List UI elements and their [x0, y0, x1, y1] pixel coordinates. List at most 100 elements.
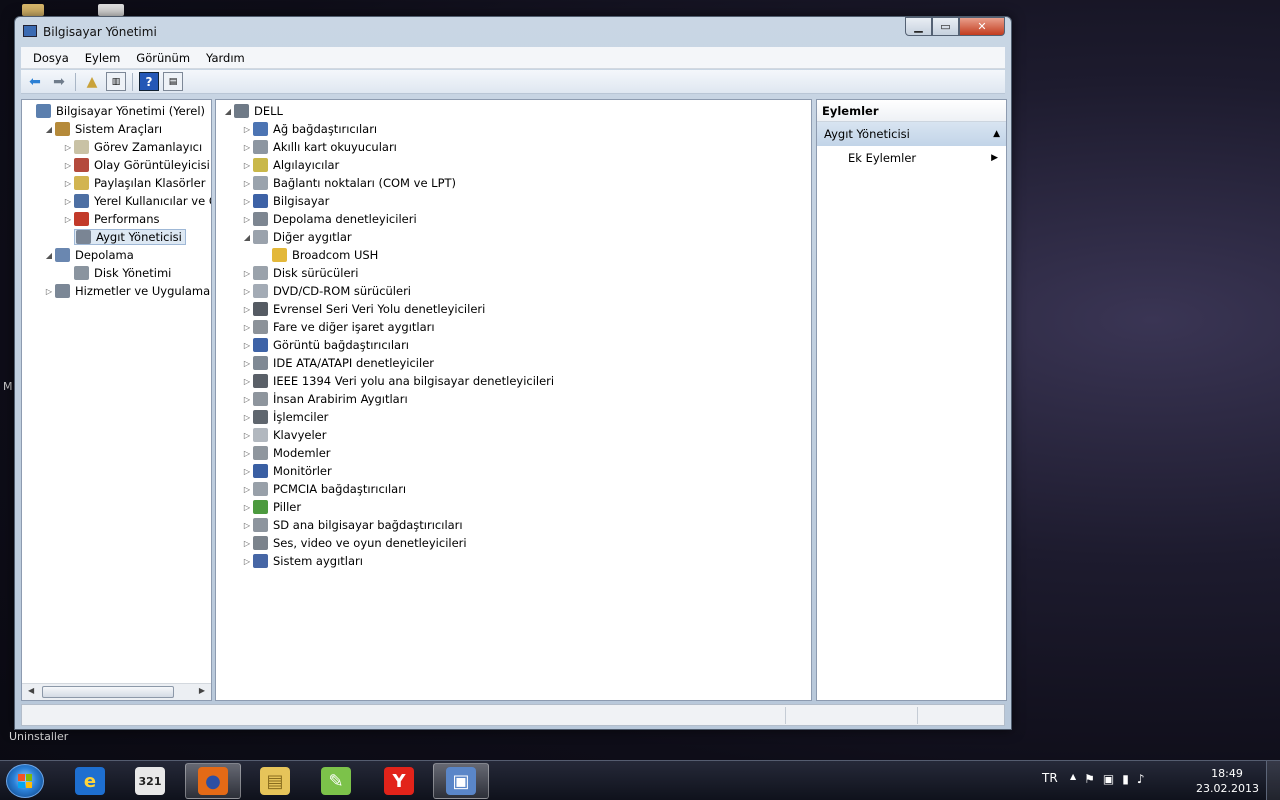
menu-view[interactable]: Görünüm [128, 51, 198, 65]
actions-item-more-actions[interactable]: Ek Eylemler ▶ [817, 146, 1006, 170]
collapse-up-icon[interactable]: ▲ [993, 129, 1000, 139]
expand-arrow-icon[interactable]: ▷ [62, 161, 74, 170]
device-tree-item[interactable]: ▷ Ses, video ve oyun denetleyicileri [241, 534, 467, 552]
minimize-button[interactable]: ▁ [905, 17, 932, 36]
device-tree-item[interactable]: ▷ Fare ve diğer işaret aygıtları [241, 318, 435, 336]
tree-item[interactable]: ▷ Yerel Kullanıcılar ve Gru [62, 192, 211, 210]
scroll-right-icon[interactable]: ▶ [199, 686, 205, 695]
device-tree-item[interactable]: ▷ İşlemciler [241, 408, 328, 426]
taskbar-app-button[interactable]: ▤ [247, 763, 303, 799]
tree-item-content[interactable]: Bilgisayar Yönetimi (Yerel) [36, 104, 205, 118]
start-button[interactable] [6, 764, 44, 798]
tree-item-content[interactable]: Sistem Araçları [55, 122, 162, 136]
expand-arrow-icon[interactable]: ▷ [241, 143, 253, 152]
taskbar-app-button[interactable]: Y [371, 763, 427, 799]
expand-arrow-icon[interactable]: ▷ [62, 197, 74, 206]
maximize-button[interactable]: ▭ [932, 17, 959, 36]
tree-item-content[interactable]: Görev Zamanlayıcı [74, 140, 202, 154]
network-signal-icon[interactable]: ▮ [1122, 772, 1129, 786]
selected-tree-item[interactable]: Aygıt Yöneticisi [74, 229, 186, 245]
expand-arrow-icon[interactable]: ▷ [241, 377, 253, 386]
expand-arrow-icon[interactable]: ▷ [241, 431, 253, 440]
show-hide-action-pane-icon[interactable]: ▤ [163, 72, 183, 91]
language-indicator[interactable]: TR [1042, 771, 1058, 785]
expand-arrow-icon[interactable]: ▷ [241, 197, 253, 206]
expand-arrow-icon[interactable]: ▷ [241, 125, 253, 134]
help-icon[interactable]: ? [139, 72, 159, 91]
tree-item[interactable]: ▷ Görev Zamanlayıcı [62, 138, 202, 156]
tree-item[interactable]: ▷ Hizmetler ve Uygulamalar [43, 282, 211, 300]
expand-arrow-icon[interactable]: ◢ [222, 107, 234, 116]
expand-arrow-icon[interactable]: ▷ [62, 215, 74, 224]
tree-item[interactable]: ◢ Depolama [43, 246, 134, 264]
menu-action[interactable]: Eylem [77, 51, 129, 65]
volume-icon[interactable]: ♪ [1137, 772, 1145, 786]
device-tree-item[interactable]: ▷ Klavyeler [241, 426, 326, 444]
taskbar-app-button[interactable]: 321 [122, 763, 178, 799]
tree-item-content[interactable]: Disk Yönetimi [74, 266, 171, 280]
expand-arrow-icon[interactable]: ◢ [43, 251, 55, 260]
close-button[interactable]: ✕ [959, 17, 1005, 36]
expand-arrow-icon[interactable]: ▷ [241, 395, 253, 404]
actions-section-device-manager[interactable]: Aygıt Yöneticisi ▲ [817, 122, 1006, 146]
device-tree-item[interactable]: ▷ Disk sürücüleri [241, 264, 358, 282]
device-tree-item[interactable]: ▷ SD ana bilgisayar bağdaştırıcıları [241, 516, 463, 534]
power-plug-icon[interactable]: ▣ [1103, 772, 1114, 786]
expand-arrow-icon[interactable]: ▷ [241, 287, 253, 296]
device-tree-item[interactable]: ▷ PCMCIA bağdaştırıcıları [241, 480, 406, 498]
device-tree-item[interactable]: ▷ Akıllı kart okuyucuları [241, 138, 397, 156]
back-arrow-icon[interactable]: ⬅ [25, 72, 45, 91]
expand-arrow-icon[interactable]: ▷ [241, 503, 253, 512]
show-hide-tree-icon[interactable]: ▥ [106, 72, 126, 91]
tree-item[interactable]: ▷ Olay Görüntüleyicisi [62, 156, 210, 174]
tree-item[interactable]: ◢ Sistem Araçları [43, 120, 162, 138]
device-tree-item[interactable]: ▷ Görüntü bağdaştırıcıları [241, 336, 409, 354]
expand-arrow-icon[interactable]: ▷ [241, 161, 253, 170]
tree-item[interactable]: Bilgisayar Yönetimi (Yerel) [24, 102, 205, 120]
expand-arrow-icon[interactable]: ▷ [241, 305, 253, 314]
menu-file[interactable]: Dosya [25, 51, 77, 65]
device-tree-item[interactable]: ▷ Algılayıcılar [241, 156, 339, 174]
title-bar[interactable]: Bilgisayar Yönetimi ▁ ▭ ✕ [15, 17, 1011, 45]
tree-item-content[interactable]: Depolama [55, 248, 134, 262]
taskbar-app-button[interactable]: ▣ [433, 763, 489, 799]
device-tree-item[interactable]: ▷ Bilgisayar [241, 192, 329, 210]
device-tree-item[interactable]: ▷ Ağ bağdaştırıcıları [241, 120, 377, 138]
device-tree-item[interactable]: ▷ Evrensel Seri Veri Yolu denetleyicileri [241, 300, 485, 318]
device-tree-item[interactable]: ▷ Piller [241, 498, 301, 516]
action-center-flag-icon[interactable]: ⚑ [1084, 772, 1095, 786]
expand-arrow-icon[interactable]: ▷ [241, 413, 253, 422]
tree-item[interactable]: Disk Yönetimi [62, 264, 171, 282]
tree-item-content[interactable]: Yerel Kullanıcılar ve Gru [74, 194, 211, 208]
expand-arrow-icon[interactable]: ▷ [43, 287, 55, 296]
expand-arrow-icon[interactable]: ▷ [62, 143, 74, 152]
device-tree-item[interactable]: ◢ Diğer aygıtlar [241, 228, 352, 246]
show-desktop-button[interactable] [1266, 761, 1280, 800]
expand-arrow-icon[interactable]: ▷ [62, 179, 74, 188]
tree-item-content[interactable]: Performans [74, 212, 159, 226]
tree-item-content[interactable]: Olay Görüntüleyicisi [74, 158, 210, 172]
tree-item-content[interactable]: Hizmetler ve Uygulamalar [55, 284, 211, 298]
device-tree-item[interactable]: ◢ DELL [222, 102, 283, 120]
expand-arrow-icon[interactable]: ▷ [241, 179, 253, 188]
device-tree-item[interactable]: ▷ Sistem aygıtları [241, 552, 363, 570]
menu-help[interactable]: Yardım [198, 51, 253, 65]
device-tree-item[interactable]: ▷ Monitörler [241, 462, 332, 480]
expand-arrow-icon[interactable]: ▷ [241, 215, 253, 224]
taskbar-app-button[interactable]: ● [185, 763, 241, 799]
expand-arrow-icon[interactable]: ◢ [241, 233, 253, 242]
tree-item-content[interactable]: Paylaşılan Klasörler [74, 176, 205, 190]
tree-item[interactable]: Aygıt Yöneticisi [62, 228, 186, 246]
tree-item[interactable]: ▷ Performans [62, 210, 159, 228]
expand-arrow-icon[interactable]: ▷ [241, 341, 253, 350]
expand-arrow-icon[interactable]: ▷ [241, 359, 253, 368]
expand-arrow-icon[interactable]: ▷ [241, 485, 253, 494]
show-hidden-icons-icon[interactable]: ▲ [1070, 772, 1076, 786]
horizontal-scrollbar[interactable]: ◀ ▶ [22, 683, 211, 700]
device-tree-item[interactable]: ▷ DVD/CD-ROM sürücüleri [241, 282, 411, 300]
expand-arrow-icon[interactable]: ▷ [241, 269, 253, 278]
expand-arrow-icon[interactable]: ◢ [43, 125, 55, 134]
taskbar-app-button[interactable]: e [62, 763, 118, 799]
expand-arrow-icon[interactable]: ▷ [241, 557, 253, 566]
expand-arrow-icon[interactable]: ▷ [241, 449, 253, 458]
